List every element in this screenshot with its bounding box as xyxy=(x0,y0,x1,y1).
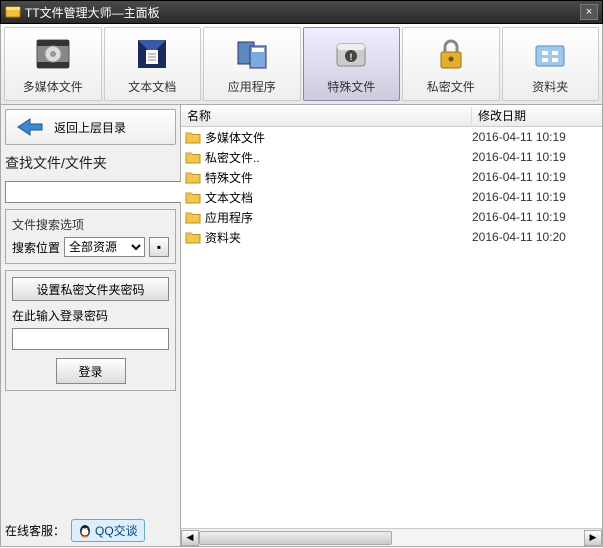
table-row[interactable]: 应用程序2016-04-11 10:19 xyxy=(181,207,602,227)
toolbar-media[interactable]: 多媒体文件 xyxy=(4,27,102,101)
scroll-right-button[interactable]: ▶ xyxy=(584,530,602,546)
row-name: 特殊文件 xyxy=(205,169,472,186)
media-icon xyxy=(33,34,73,74)
table-row[interactable]: 文本文档2016-04-11 10:19 xyxy=(181,187,602,207)
toolbar-label: 特殊文件 xyxy=(327,78,375,95)
table-row[interactable]: 私密文件..2016-04-11 10:19 xyxy=(181,147,602,167)
footer: 在线客服： QQ交谈 xyxy=(5,519,176,542)
toolbar-text[interactable]: 文本文档 xyxy=(104,27,202,101)
file-list: 名称 修改日期 多媒体文件2016-04-11 10:19私密文件..2016-… xyxy=(181,105,602,546)
column-date[interactable]: 修改日期 xyxy=(472,107,602,124)
set-password-button[interactable]: 设置私密文件夹密码 xyxy=(12,277,169,301)
login-button[interactable]: 登录 xyxy=(56,358,126,384)
app-icon xyxy=(5,4,21,20)
back-button[interactable]: 返回上层目录 xyxy=(5,109,176,145)
scroll-left-button[interactable]: ◀ xyxy=(181,530,199,546)
search-input[interactable] xyxy=(5,181,190,203)
svg-text:!: ! xyxy=(350,52,353,62)
location-select[interactable]: 全部资源 xyxy=(64,237,145,257)
folder-icon xyxy=(185,210,201,224)
text-icon xyxy=(132,34,172,74)
main-area: 返回上层目录 查找文件/文件夹 搜 文件搜索选项 搜索位置 全部资源 ▪ 设置私… xyxy=(0,105,603,547)
toolbar-app[interactable]: 应用程序 xyxy=(203,27,301,101)
folder-icon xyxy=(185,130,201,144)
row-name: 私密文件.. xyxy=(205,149,472,166)
row-date: 2016-04-11 10:19 xyxy=(472,210,602,224)
table-row[interactable]: 资料夹2016-04-11 10:20 xyxy=(181,227,602,247)
table-row[interactable]: 特殊文件2016-04-11 10:19 xyxy=(181,167,602,187)
password-input[interactable] xyxy=(12,328,169,350)
qq-label: QQ交谈 xyxy=(95,522,138,539)
toolbar-label: 私密文件 xyxy=(427,78,475,95)
list-body: 多媒体文件2016-04-11 10:19私密文件..2016-04-11 10… xyxy=(181,127,602,528)
toolbar-label: 资料夹 xyxy=(532,78,568,95)
back-arrow-icon xyxy=(12,115,48,139)
toolbar-label: 应用程序 xyxy=(228,78,276,95)
location-bookmark-button[interactable]: ▪ xyxy=(149,237,169,257)
footer-label: 在线客服： xyxy=(5,522,65,539)
folder-icon xyxy=(185,150,201,164)
folder-icon xyxy=(185,170,201,184)
row-date: 2016-04-11 10:19 xyxy=(472,150,602,164)
scroll-track[interactable] xyxy=(199,530,584,546)
row-name: 文本文档 xyxy=(205,189,472,206)
row-name: 资料夹 xyxy=(205,229,472,246)
toolbar: 多媒体文件 文本文档 应用程序 ! 特殊文件 私密文件 资料夹 xyxy=(0,24,603,105)
search-title: 查找文件/文件夹 xyxy=(5,151,176,175)
row-date: 2016-04-11 10:20 xyxy=(472,230,602,244)
row-name: 应用程序 xyxy=(205,209,472,226)
toolbar-label: 多媒体文件 xyxy=(23,78,83,95)
folder-icon xyxy=(530,34,570,74)
table-row[interactable]: 多媒体文件2016-04-11 10:19 xyxy=(181,127,602,147)
special-icon: ! xyxy=(331,34,371,74)
options-title: 文件搜索选项 xyxy=(12,216,169,233)
row-date: 2016-04-11 10:19 xyxy=(472,130,602,144)
qq-chat-button[interactable]: QQ交谈 xyxy=(71,519,145,542)
window-title: TT文件管理大师—主面板 xyxy=(25,4,580,21)
toolbar-label: 文本文档 xyxy=(128,78,176,95)
app-icon xyxy=(232,34,272,74)
toolbar-special[interactable]: ! 特殊文件 xyxy=(303,27,401,101)
titlebar: TT文件管理大师—主面板 × xyxy=(0,0,603,24)
search-options-fieldset: 文件搜索选项 搜索位置 全部资源 ▪ xyxy=(5,209,176,264)
toolbar-folder[interactable]: 资料夹 xyxy=(502,27,600,101)
row-name: 多媒体文件 xyxy=(205,129,472,146)
row-date: 2016-04-11 10:19 xyxy=(472,170,602,184)
location-label: 搜索位置 xyxy=(12,239,60,256)
password-label: 在此输入登录密码 xyxy=(12,307,169,324)
star-icon: ▪ xyxy=(157,240,161,254)
row-date: 2016-04-11 10:19 xyxy=(472,190,602,204)
folder-icon xyxy=(185,190,201,204)
column-name[interactable]: 名称 xyxy=(181,107,472,124)
folder-icon xyxy=(185,230,201,244)
horizontal-scrollbar: ◀ ▶ xyxy=(181,528,602,546)
back-label: 返回上层目录 xyxy=(54,119,126,136)
password-fieldset: 设置私密文件夹密码 在此输入登录密码 登录 xyxy=(5,270,176,391)
scroll-thumb[interactable] xyxy=(199,531,392,545)
list-header: 名称 修改日期 xyxy=(181,105,602,127)
qq-icon xyxy=(78,524,92,538)
lock-icon xyxy=(431,34,471,74)
sidebar: 返回上层目录 查找文件/文件夹 搜 文件搜索选项 搜索位置 全部资源 ▪ 设置私… xyxy=(1,105,181,546)
close-button[interactable]: × xyxy=(580,4,598,20)
toolbar-private[interactable]: 私密文件 xyxy=(402,27,500,101)
